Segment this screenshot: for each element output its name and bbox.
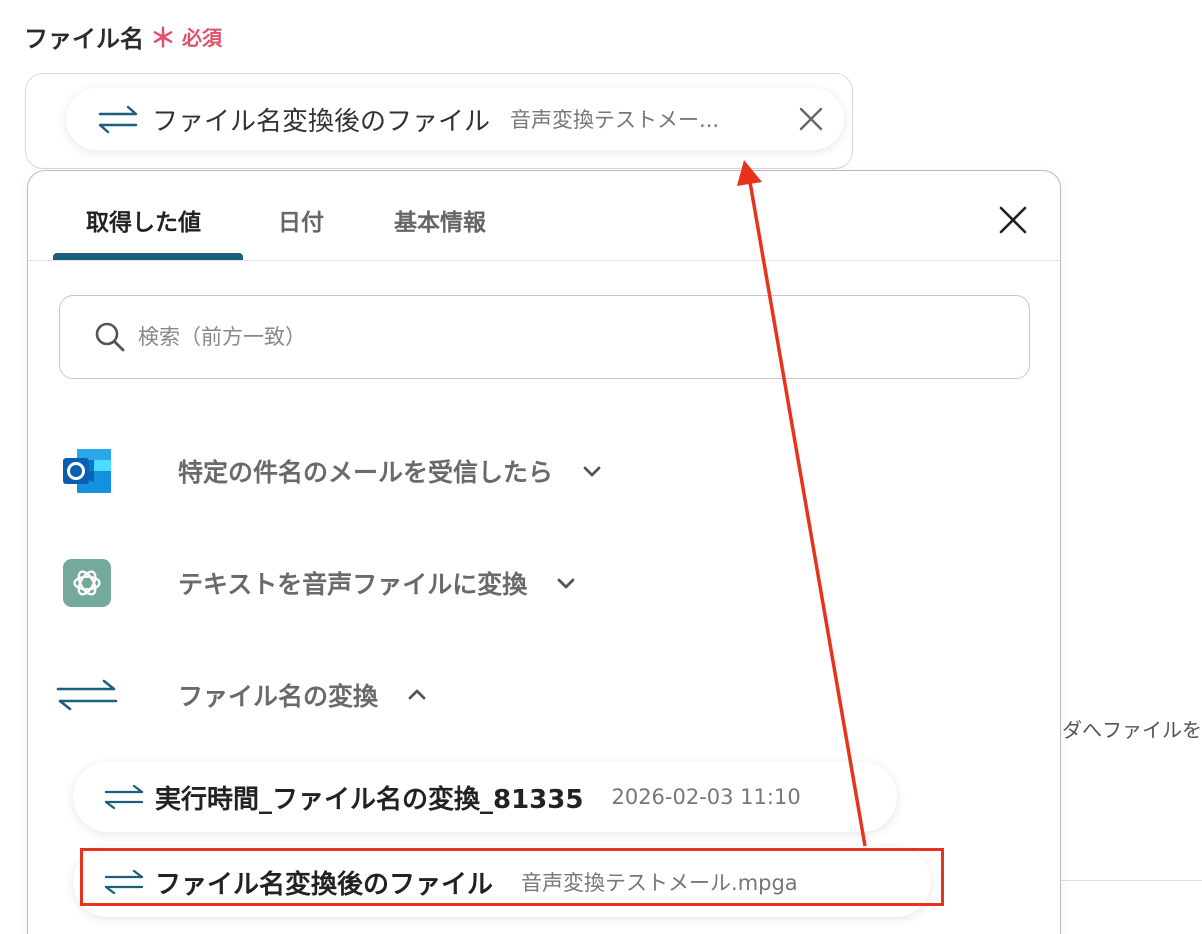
chevron-down-icon bbox=[557, 578, 575, 589]
chip-label: ファイル名変換後のファイル bbox=[152, 106, 491, 137]
group-label: 特定の件名のメールを受信したら bbox=[178, 458, 554, 487]
selected-value-chip[interactable]: ファイル名変換後のファイル 音声変換テストメー... bbox=[66, 88, 844, 150]
value-item-execution-time[interactable]: 実行時間_ファイル名の変換_81335 2026-02-03 11:10 bbox=[73, 762, 897, 832]
chip-close-icon[interactable] bbox=[796, 104, 826, 134]
group-label: ファイル名の変換 bbox=[178, 682, 379, 711]
search-input[interactable] bbox=[138, 325, 918, 349]
chevron-up-icon bbox=[408, 689, 426, 700]
close-icon[interactable] bbox=[996, 203, 1030, 237]
group-outlook[interactable]: 特定の件名のメールを受信したら bbox=[56, 444, 603, 498]
tab-bar: 取得した値 日付 基本情報 bbox=[28, 171, 1060, 261]
tab-basic-info[interactable]: 基本情報 bbox=[394, 203, 486, 237]
swap-arrows-icon bbox=[104, 784, 144, 810]
search-box[interactable] bbox=[59, 295, 1030, 379]
item-label: 実行時間_ファイル名の変換_81335 bbox=[155, 784, 584, 815]
required-text: 必須 bbox=[182, 26, 223, 50]
highlight-annotation-box bbox=[80, 848, 944, 906]
swap-arrows-icon bbox=[98, 105, 138, 134]
chatgpt-icon bbox=[56, 556, 118, 610]
outlook-icon bbox=[56, 444, 118, 498]
group-file-name-conversion[interactable]: ファイル名の変換 bbox=[56, 668, 428, 722]
group-label: テキストを音声ファイルに変換 bbox=[178, 570, 528, 599]
chip-value: 音声変換テストメー... bbox=[510, 108, 720, 132]
background-divider bbox=[1060, 880, 1202, 881]
group-chatgpt[interactable]: テキストを音声ファイルに変換 bbox=[56, 556, 577, 610]
tab-retrieved-values[interactable]: 取得した値 bbox=[86, 203, 201, 237]
background-text: ダへファイルを格 bbox=[1062, 718, 1202, 742]
swap-arrows-icon bbox=[56, 668, 118, 722]
item-value: 2026-02-03 11:10 bbox=[611, 785, 801, 809]
value-picker-panel: 取得した値 日付 基本情報 特定の件名のメールを受信し bbox=[27, 170, 1061, 934]
chevron-down-icon bbox=[583, 466, 601, 477]
field-label-text: ファイル名 bbox=[24, 25, 144, 53]
required-star: ＊ bbox=[150, 24, 177, 54]
field-label: ファイル名 ＊ 必須 bbox=[24, 18, 222, 55]
file-name-input[interactable]: ファイル名変換後のファイル 音声変換テストメー... bbox=[25, 73, 853, 169]
tab-date[interactable]: 日付 bbox=[278, 203, 324, 237]
search-icon bbox=[95, 322, 125, 352]
active-tab-indicator bbox=[53, 253, 243, 260]
